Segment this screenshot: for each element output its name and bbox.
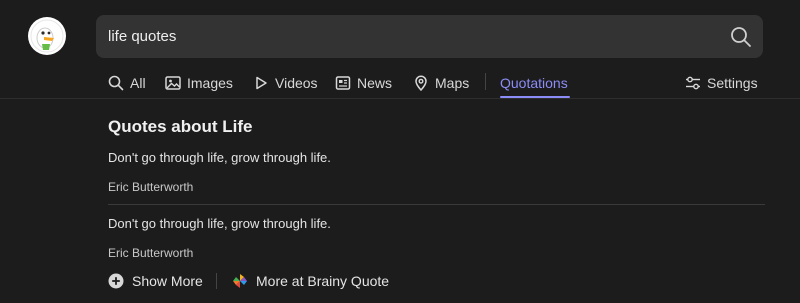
- footer-divider: [216, 273, 217, 289]
- tab-quotations[interactable]: Quotations: [500, 68, 568, 98]
- play-icon: [256, 76, 267, 90]
- tab-images-label: Images: [187, 75, 233, 91]
- tab-maps-label: Maps: [435, 75, 470, 91]
- tab-divider: [485, 73, 486, 90]
- tab-videos-label: Videos: [275, 75, 318, 91]
- quotes-heading: Quotes about Life: [108, 117, 253, 136]
- map-pin-icon: [415, 75, 427, 91]
- tab-maps[interactable]: Maps: [413, 68, 469, 98]
- brainy-quote-label: More at Brainy Quote: [256, 273, 390, 289]
- tab-all[interactable]: All: [108, 68, 146, 98]
- duckduckgo-logo[interactable]: [28, 17, 66, 55]
- quote-text: Don't go through life, grow through life…: [108, 216, 331, 231]
- search-icon: [731, 27, 751, 47]
- search-input[interactable]: [108, 15, 708, 58]
- search-tabs: All Images Videos News Maps Quotations S…: [108, 68, 800, 98]
- tab-quotations-label: Quotations: [500, 75, 568, 91]
- tab-settings[interactable]: Settings: [685, 68, 758, 98]
- search-bar: [96, 15, 763, 58]
- image-icon: [165, 76, 181, 90]
- show-more-button[interactable]: Show More: [108, 271, 203, 291]
- quote-author: Eric Butterworth: [108, 180, 194, 194]
- search-icon: [108, 75, 124, 91]
- tab-images[interactable]: Images: [165, 68, 233, 98]
- brainy-quote-pinwheel-icon: [233, 274, 247, 288]
- search-button[interactable]: [729, 25, 753, 49]
- tab-all-label: All: [130, 75, 146, 91]
- quote-text: Don't go through life, grow through life…: [108, 150, 331, 165]
- tab-news[interactable]: News: [335, 68, 392, 98]
- plus-circle-icon: [108, 273, 124, 289]
- quote-author: Eric Butterworth: [108, 246, 194, 260]
- show-more-label: Show More: [132, 273, 203, 289]
- sliders-icon: [686, 76, 700, 90]
- tab-news-label: News: [357, 75, 393, 91]
- brainy-quote-link[interactable]: More at Brainy Quote: [232, 271, 389, 291]
- quote-divider: [108, 204, 765, 205]
- tab-settings-label: Settings: [707, 75, 758, 91]
- tab-videos[interactable]: Videos: [253, 68, 318, 98]
- newspaper-icon: [335, 76, 351, 90]
- header-divider: [0, 98, 800, 99]
